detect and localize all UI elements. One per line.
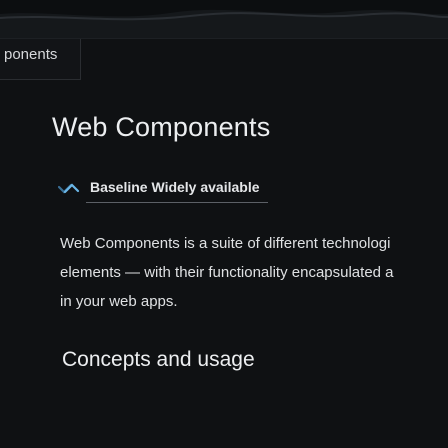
intro-line-1: Web Components is a suite of different t… [60, 235, 391, 252]
breadcrumb[interactable]: ponents [4, 46, 57, 63]
header-decoration-band [0, 0, 448, 39]
decorative-wave-graphic [0, 9, 448, 38]
sidebar-breadcrumb-panel: ponents [0, 39, 81, 80]
section-heading-concepts: Concepts and usage [62, 348, 255, 371]
baseline-status-label: Baseline Widely available [86, 173, 268, 203]
page-title: Web Components [52, 112, 271, 142]
intro-line-3: in your web apps. [60, 293, 178, 310]
main-content: Web Components Baseline Widely available… [52, 112, 448, 372]
baseline-badge[interactable]: Baseline Widely available [52, 170, 332, 206]
intro-paragraph: Web Components is a suite of different t… [60, 229, 448, 316]
baseline-check-icon [58, 180, 84, 196]
intro-line-2: elements — with their functionality enca… [60, 264, 394, 281]
